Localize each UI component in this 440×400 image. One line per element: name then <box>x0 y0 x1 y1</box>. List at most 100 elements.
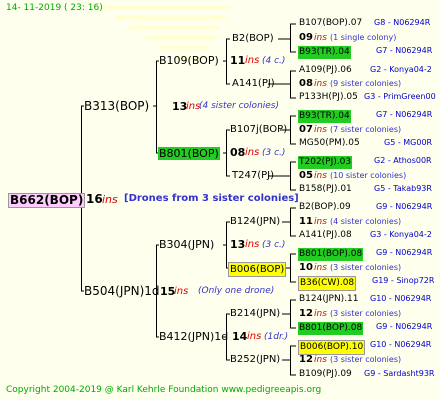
gen1-note: (4 sister colonies) <box>199 101 280 111</box>
father-queen[interactable]: T202(PJ).03 <box>298 156 353 169</box>
father-queen[interactable]: B124(JPN).11 <box>299 295 359 304</box>
gen2-ins-word: ins <box>245 55 260 66</box>
mother-line-code: G5 - Takab93R <box>374 184 432 193</box>
colony-note: (1 single colony) <box>330 33 397 42</box>
ins-word: ins <box>314 125 327 135</box>
ins-word: ins <box>314 217 327 227</box>
gen1-ins-word: ins <box>174 286 189 297</box>
pedigree-canvas: 14- 11-2019 ( 23: 16) Copyright 2004-201… <box>0 0 440 400</box>
colony-note: (9 sister colonies) <box>330 79 402 88</box>
colony-note: (3 sister colonies) <box>330 309 402 318</box>
ins-word: ins <box>314 355 327 365</box>
colony-note: (3 sister colonies) <box>330 263 402 272</box>
mother-queen[interactable]: A141(PJ).08 <box>299 231 352 240</box>
mother-queen[interactable]: B109(PJ).09 <box>299 370 352 379</box>
gen2-ins-count: 13 <box>230 238 246 251</box>
root-ins-word: ins <box>102 193 118 206</box>
gen2-queen[interactable]: B109(BOP) <box>159 55 219 66</box>
father-line-code: G2 - Konya04-2 <box>370 65 432 74</box>
father-queen[interactable]: B107(BOP).07 <box>299 19 362 28</box>
father-queen[interactable]: B006(BOP).10 <box>298 340 366 355</box>
ins-word: ins <box>314 79 327 89</box>
ins-count: 09 <box>299 32 313 43</box>
report-date: 14- 11-2019 ( 23: 16) <box>6 3 103 13</box>
gen2-ins-word: ins <box>245 239 260 250</box>
father-line-code: G10 - N06294R <box>370 294 432 303</box>
root-queen[interactable]: B662(BOP) <box>8 193 86 208</box>
mother-line-code: G19 - Sinop72R <box>372 276 435 285</box>
mother-queen[interactable]: B93(TR).04 <box>298 46 351 59</box>
mother-line-code: G7 - N06294R <box>376 46 433 55</box>
mother-line-code: G5 - MG00R <box>384 138 433 147</box>
mother-line-code: G3 - PrimGreen00 <box>364 92 436 101</box>
mother-queen[interactable]: B158(PJ).01 <box>299 185 352 194</box>
gen3-queen[interactable]: B2(BOP) <box>232 34 274 44</box>
father-line-code: G10 - N06294R <box>370 340 432 349</box>
ins-count: 10 <box>299 262 313 273</box>
gen2-note: (4 c.) <box>262 56 286 66</box>
ins-word: ins <box>314 33 327 43</box>
gen3-connector-1 <box>278 23 296 53</box>
father-queen[interactable]: A109(PJ).06 <box>299 66 352 75</box>
gen2-note: (3 c.) <box>262 148 286 158</box>
gen3-connector-6 <box>285 253 296 283</box>
gen3-connector-5 <box>282 207 296 237</box>
ins-count: 08 <box>299 78 313 89</box>
ins-count: 12 <box>299 354 313 365</box>
gen2-ins-word: ins <box>247 331 262 342</box>
gen2-queen[interactable]: B412(JPN)1d <box>159 331 228 342</box>
mother-queen[interactable]: B36(CW).08 <box>298 276 357 291</box>
gen2-note: (1dr.) <box>264 332 289 342</box>
ins-count: 11 <box>299 216 313 227</box>
gen3-queen[interactable]: B252(JPN) <box>230 355 280 365</box>
gen2-ins-word: ins <box>245 147 260 158</box>
mother-line-code: G9 - N06294R <box>376 322 433 331</box>
gen2-ins-count: 08 <box>230 146 246 159</box>
gen3-connector-7 <box>282 299 296 329</box>
root-note: [Drones from 3 sister colonies] <box>124 193 299 204</box>
gen2-queen[interactable]: B304(JPN) <box>159 239 214 250</box>
ins-word: ins <box>314 263 327 273</box>
gen1-queen[interactable]: B504(JPN)1d <box>84 285 160 297</box>
ins-word: ins <box>314 309 327 319</box>
copyright-footer: Copyright 2004-2019 @ Karl Kehrle Founda… <box>6 385 322 395</box>
gen1-connector-1 <box>153 60 159 154</box>
father-line-code: G9 - N06294R <box>376 248 433 257</box>
gen1-note: (Only one drone) <box>198 286 275 296</box>
colony-note: (3 sister colonies) <box>330 355 402 364</box>
father-queen[interactable]: B93(TR).04 <box>298 110 351 123</box>
mother-queen[interactable]: B801(BOP).08 <box>298 322 364 335</box>
root-ins-count: 16 <box>86 192 103 206</box>
gen2-ins-count: 14 <box>232 330 248 343</box>
gen2-connector-1 <box>223 38 230 85</box>
colony-note: (10 sister colonies) <box>330 171 407 180</box>
colony-note: (4 sister colonies) <box>330 217 402 226</box>
father-queen[interactable]: B2(BOP).09 <box>299 203 351 212</box>
gen3-queen[interactable]: B124(JPN) <box>230 217 280 227</box>
gen2-connector-2 <box>223 129 230 177</box>
gen3-queen[interactable]: B006(BOP) <box>228 262 287 277</box>
father-line-code: G8 - N06294R <box>374 18 431 27</box>
father-line-code: G9 - N06294R <box>376 202 433 211</box>
mother-queen[interactable]: MG50(PM).05 <box>299 139 360 148</box>
gen3-queen[interactable]: B214(JPN) <box>230 309 280 319</box>
gen2-note: (3 c.) <box>262 240 286 250</box>
father-queen[interactable]: B801(BOP).08 <box>298 248 364 261</box>
mother-line-code: G3 - Konya04-2 <box>370 230 432 239</box>
ins-count: 05 <box>299 170 313 181</box>
ins-word: ins <box>314 171 327 181</box>
gen3-connector-8 <box>282 345 296 376</box>
mother-queen[interactable]: P133H(PJ).05 <box>299 93 358 102</box>
gen2-ins-count: 11 <box>230 54 246 67</box>
gen3-queen[interactable]: A141(PJ) <box>232 79 275 89</box>
ins-count: 12 <box>299 308 313 319</box>
gen2-queen[interactable]: B801(BOP) <box>158 147 220 160</box>
gen3-queen[interactable]: B107j(BOP) <box>230 125 287 135</box>
mother-line-code: G9 - Sardasht93R <box>364 369 435 378</box>
ins-count: 07 <box>299 124 313 135</box>
gen1-queen[interactable]: B313(BOP) <box>84 100 149 112</box>
gen3-queen[interactable]: T247(PJ) <box>232 171 274 181</box>
colony-note: (7 sister colonies) <box>330 125 402 134</box>
father-line-code: G7 - N06294R <box>376 110 433 119</box>
father-line-code: G2 - Athos00R <box>374 156 432 165</box>
